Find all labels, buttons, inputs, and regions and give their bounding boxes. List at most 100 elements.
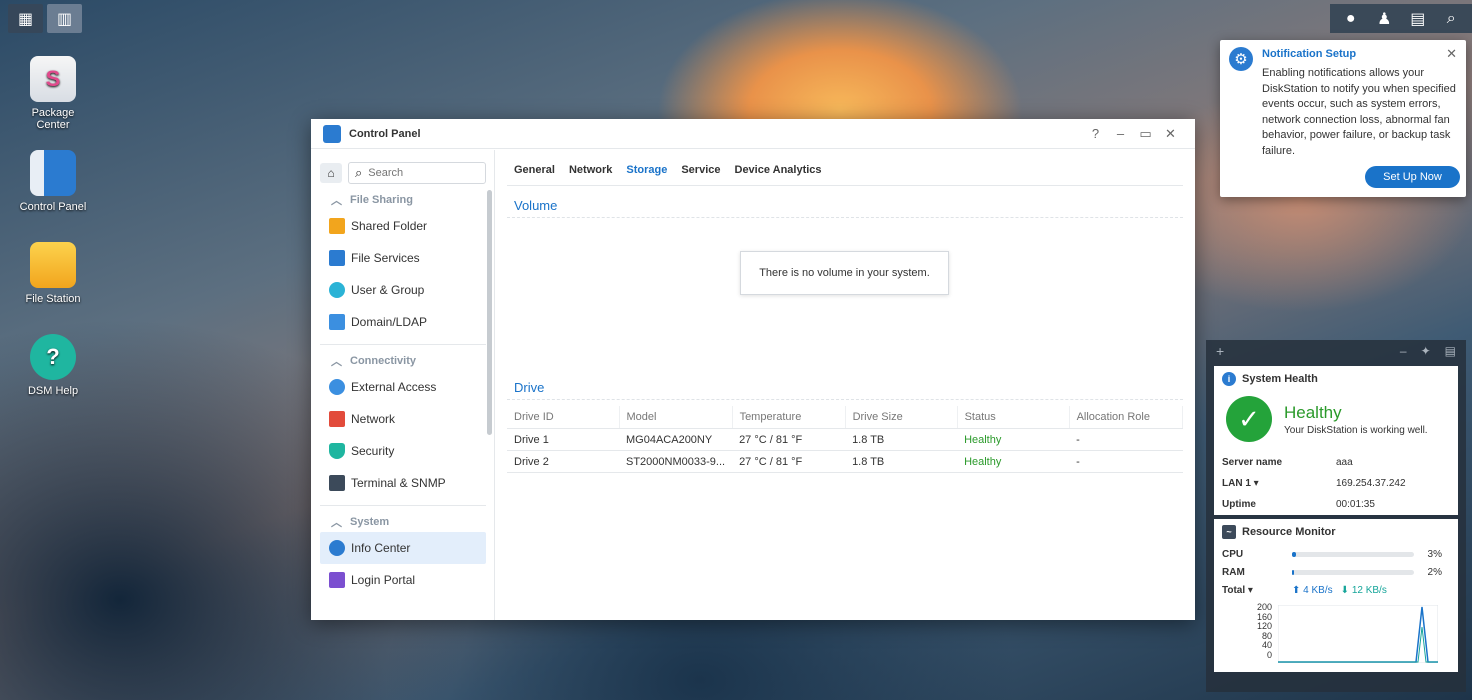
section-header-connectivity[interactable]: ︿ Connectivity (311, 351, 494, 371)
sidebar-item-external-access[interactable]: External Access (320, 371, 486, 403)
drive-table: Drive ID Model Temperature Drive Size St… (507, 406, 1184, 473)
search-icon[interactable]: ⌕ (1437, 10, 1465, 28)
taskbar-control-panel-button[interactable]: ▥ (47, 4, 82, 33)
y-tick-label: 0 (1266, 649, 1272, 660)
health-status: Healthy (1284, 402, 1342, 422)
column-header[interactable]: Status (957, 406, 1070, 429)
house-network-icon (329, 411, 345, 427)
network-chart-plot (1278, 605, 1438, 663)
tab-general[interactable]: General (514, 164, 555, 185)
upload-series-line (1278, 606, 1438, 663)
pin-icon[interactable]: ✦ (1421, 344, 1431, 358)
tab-device-analytics[interactable]: Device Analytics (735, 164, 822, 185)
uptime-label: Uptime (1222, 499, 1256, 510)
sidebar-scrollbar[interactable] (487, 190, 492, 435)
drive-status: Healthy (957, 450, 1070, 473)
window-title-bar[interactable]: Control Panel ? – ▭ ✕ (311, 119, 1195, 149)
drive-id: Drive 2 (507, 450, 619, 473)
notification-title: Notification Setup (1262, 48, 1357, 60)
column-header[interactable]: Drive ID (507, 406, 620, 429)
ram-label: RAM (1222, 566, 1245, 578)
terminal-icon (329, 475, 345, 491)
home-icon: ⌂ (327, 166, 335, 180)
widgets-panel: + – ✦ ▤ i System Health ✓ Healthy Your Di… (1206, 340, 1466, 692)
section-header-file-sharing[interactable]: ︿ File Sharing (311, 190, 494, 210)
desktop-icon-dsm-help[interactable]: ? DSM Help (8, 334, 98, 397)
health-message: Your DiskStation is working well. (1284, 424, 1428, 436)
search-box[interactable]: ⌕ (348, 162, 486, 184)
table-row[interactable]: Drive 2 ST2000NM0033-9... 27 °C / 81 °F … (507, 450, 1183, 473)
column-header[interactable]: Temperature (732, 406, 846, 429)
drive-size: 1.8 TB (845, 450, 958, 473)
sidebar-item-login-portal[interactable]: Login Portal (320, 564, 486, 596)
sidebar-item-file-services[interactable]: File Services (320, 242, 486, 274)
sidebar-item-label: External Access (351, 380, 437, 394)
sidebar-item-info-center[interactable]: Info Center (320, 532, 486, 564)
home-button[interactable]: ⌂ (320, 163, 342, 183)
notification-popup: ⚙ ✕ Notification Setup Enabling notifica… (1220, 40, 1466, 197)
desktop-icon-file-station[interactable]: File Station (8, 242, 98, 305)
tab-service[interactable]: Service (681, 164, 720, 185)
section-title: File Sharing (350, 194, 413, 206)
sidebar-item-domain-ldap[interactable]: Domain/LDAP (320, 306, 486, 338)
sidebar-item-security[interactable]: Security (320, 435, 486, 467)
control-panel-icon (323, 124, 341, 143)
help-button[interactable]: ? (1083, 126, 1108, 141)
uptime-value: 00:01:35 (1336, 499, 1375, 510)
search-icon: ⌕ (355, 165, 363, 180)
column-header[interactable]: Allocation Role (1069, 406, 1184, 429)
desktop-icon-label: Center (36, 119, 70, 131)
minimize-icon[interactable]: – (1400, 344, 1407, 358)
section-header-system[interactable]: ︿ System (311, 512, 494, 532)
resource-monitor-widget: ~ Resource Monitor CPU 3% RAM 2% Total ▾ ⬆ 4… (1214, 519, 1458, 672)
user-icon[interactable]: ♟ (1370, 9, 1398, 29)
download-value: 12 KB/s (1351, 584, 1387, 596)
maximize-button[interactable]: ▭ (1133, 126, 1158, 142)
directory-icon (329, 314, 345, 330)
folder-icon (30, 242, 76, 288)
drive-status: Healthy (957, 428, 1070, 451)
help-icon: ? (30, 334, 76, 380)
divider (320, 344, 486, 345)
taskbar-left: ▦ ▥ (8, 4, 82, 33)
sidebar-item-terminal-snmp[interactable]: Terminal & SNMP (320, 467, 486, 499)
set-up-now-button[interactable]: Set Up Now (1365, 166, 1460, 188)
info-icon: i (1222, 372, 1236, 386)
widgets-icon[interactable]: ▤ (1404, 9, 1432, 29)
sidebar-item-user-group[interactable]: User & Group (320, 274, 486, 306)
column-header[interactable]: Drive Size (845, 406, 958, 429)
drive-role: - (1069, 428, 1183, 451)
search-input[interactable] (368, 167, 469, 179)
check-icon: ✓ (1226, 396, 1272, 442)
tab-bar: General Network Storage Service Device A… (507, 150, 1183, 186)
control-panel-window: Control Panel ? – ▭ ✕ ⌂ ⌕ ︿ File Sharing … (311, 119, 1195, 620)
sidebar-item-label: Shared Folder (351, 219, 428, 233)
chevron-up-icon: ︿ (331, 356, 342, 368)
add-icon[interactable]: + (1216, 343, 1224, 359)
minimize-button[interactable]: – (1108, 126, 1133, 141)
taskbar-right: ● ♟ ▤ ⌕ (1330, 4, 1472, 33)
widgets-icon[interactable]: ▤ (1445, 344, 1456, 358)
table-row[interactable]: Drive 1 MG04ACA200NY 27 °C / 81 °F 1.8 T… (507, 428, 1183, 451)
desktop-icon-package-center[interactable]: S Package Center (8, 56, 98, 131)
lan-dropdown[interactable]: LAN 1 ▾ (1222, 478, 1336, 489)
window-title: Control Panel (349, 127, 421, 140)
close-icon[interactable]: ✕ (1446, 46, 1457, 62)
sidebar-item-label: Info Center (351, 541, 411, 555)
tab-network[interactable]: Network (569, 164, 612, 185)
chat-icon[interactable]: ● (1337, 10, 1365, 28)
chevron-up-icon: ︿ (331, 517, 342, 529)
sidebar-item-label: Security (351, 444, 395, 458)
desktop-icon-control-panel[interactable]: Control Panel (8, 150, 98, 213)
sidebar-item-network[interactable]: Network (320, 403, 486, 435)
sidebar-item-shared-folder[interactable]: Shared Folder (320, 210, 486, 242)
sidebar-item-label: Login Portal (351, 573, 416, 587)
total-dropdown[interactable]: Total ▾ (1222, 585, 1292, 596)
desktop-icon-label: DSM Help (27, 385, 79, 397)
drive-id: Drive 1 (507, 428, 619, 451)
tab-storage[interactable]: Storage (626, 164, 667, 185)
column-header[interactable]: Model (619, 406, 733, 429)
main-menu-button[interactable]: ▦ (8, 4, 43, 33)
close-button[interactable]: ✕ (1158, 126, 1183, 142)
drive-temperature: 27 °C / 81 °F (732, 428, 846, 451)
